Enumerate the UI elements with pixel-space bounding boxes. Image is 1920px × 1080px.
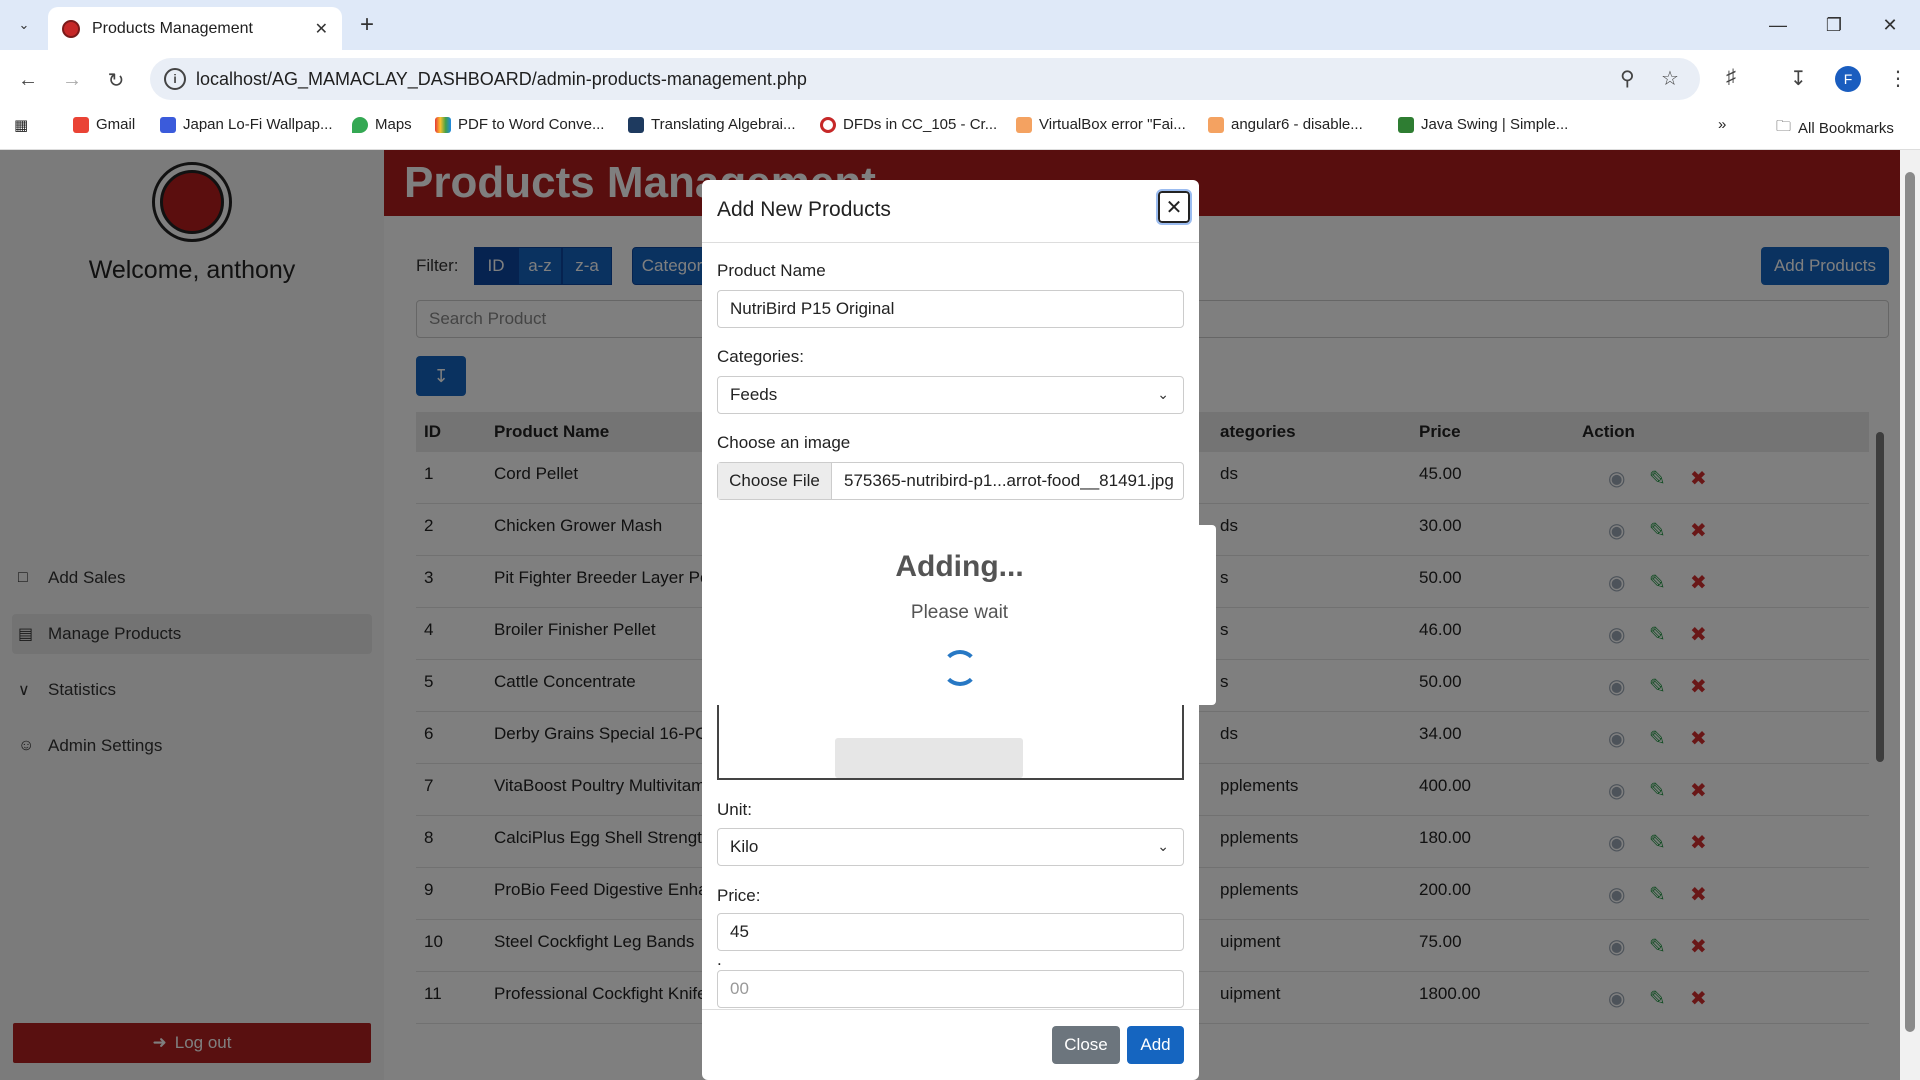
zoom-icon[interactable]: ⚲ bbox=[1620, 66, 1635, 91]
cents-input[interactable]: 00 bbox=[717, 970, 1184, 1008]
bookmark-item[interactable]: PDF to Word Conve... bbox=[435, 116, 604, 133]
new-tab-icon[interactable]: + bbox=[352, 10, 382, 40]
divider bbox=[702, 242, 1199, 243]
apps-grid-icon[interactable]: ▦ bbox=[14, 116, 28, 134]
translate-icon bbox=[628, 116, 644, 133]
minimize-icon[interactable]: — bbox=[1758, 10, 1798, 40]
browser-tab[interactable]: Products Management ✕ bbox=[48, 7, 342, 50]
tab-title: Products Management bbox=[92, 19, 253, 37]
extensions-icon[interactable]: ♯ bbox=[1726, 66, 1736, 89]
divider bbox=[702, 1009, 1199, 1010]
browser-menu-icon[interactable]: ⋮ bbox=[1888, 66, 1908, 91]
chevron-down-icon: ⌄ bbox=[1157, 838, 1169, 854]
tab-list-chevron-icon[interactable]: ⌄ bbox=[10, 12, 38, 38]
modal-close-icon[interactable]: ✕ bbox=[1156, 189, 1192, 225]
loading-title: Adding... bbox=[895, 550, 1024, 583]
product-image bbox=[835, 738, 1023, 778]
cents-label: . bbox=[717, 950, 722, 969]
maps-icon bbox=[352, 116, 368, 133]
unit-label: Unit: bbox=[717, 800, 752, 819]
file-input[interactable]: Choose File 575365-nutribird-p1...arrot-… bbox=[717, 462, 1184, 500]
gmail-icon bbox=[73, 116, 89, 133]
categories-value: Feeds bbox=[730, 385, 778, 404]
price-label: Price: bbox=[717, 886, 761, 905]
bookmark-item[interactable]: Maps bbox=[352, 116, 412, 133]
unit-value: Kilo bbox=[730, 837, 759, 856]
bookmark-item[interactable]: Japan Lo-Fi Wallpap... bbox=[160, 116, 333, 133]
choose-file-button[interactable]: Choose File bbox=[718, 463, 832, 499]
bookmark-item[interactable]: DFDs in CC_105 - Cr... bbox=[820, 116, 997, 133]
pdf-icon bbox=[435, 116, 451, 133]
download-icon[interactable]: ↧ bbox=[1790, 66, 1807, 91]
reload-icon[interactable]: ↻ bbox=[100, 64, 132, 96]
stackoverflow-icon bbox=[1208, 116, 1224, 133]
page-scroll-thumb[interactable] bbox=[1905, 172, 1915, 1032]
chevron-down-icon: ⌄ bbox=[1157, 386, 1169, 402]
bookmark-item[interactable]: Gmail bbox=[73, 116, 135, 133]
url-text[interactable]: localhost/AG_MAMACLAY_DASHBOARD/admin-pr… bbox=[196, 69, 807, 90]
loading-text: Please wait bbox=[910, 602, 1009, 623]
loading-dialog: Adding... Please wait bbox=[703, 525, 1216, 705]
restore-icon[interactable]: ❐ bbox=[1814, 10, 1854, 40]
image-label: Choose an image bbox=[717, 433, 851, 452]
folder-icon: 🗀 bbox=[1776, 118, 1792, 135]
bookmark-star-icon[interactable]: ☆ bbox=[1661, 66, 1679, 91]
unit-select[interactable]: Kilo ⌄ bbox=[717, 828, 1184, 866]
file-name: 575365-nutribird-p1...arrot-food__81491.… bbox=[844, 471, 1174, 490]
modal-title: Add New Products bbox=[717, 198, 891, 221]
back-icon[interactable]: ← bbox=[12, 64, 44, 96]
categories-label: Categories: bbox=[717, 347, 804, 366]
close-button[interactable]: Close bbox=[1052, 1026, 1120, 1064]
bookmark-item[interactable]: Java Swing | Simple... bbox=[1398, 116, 1568, 133]
site-info-icon[interactable]: i bbox=[164, 68, 186, 90]
add-button[interactable]: Add bbox=[1127, 1026, 1184, 1064]
geeks-icon bbox=[1398, 116, 1414, 133]
link-icon bbox=[820, 116, 836, 133]
bookmark-item[interactable]: VirtualBox error "Fai... bbox=[1016, 116, 1186, 133]
tab-favicon-icon bbox=[62, 19, 80, 38]
spinner-icon bbox=[942, 650, 978, 686]
bookmark-item[interactable]: Translating Algebrai... bbox=[628, 116, 796, 133]
tab-close-icon[interactable]: ✕ bbox=[315, 19, 328, 39]
all-bookmarks[interactable]: 🗀 All Bookmarks bbox=[1776, 116, 1894, 141]
profile-avatar[interactable]: F bbox=[1835, 66, 1861, 92]
w-icon bbox=[160, 116, 176, 133]
price-input[interactable]: 45 bbox=[717, 913, 1184, 951]
page-content: Welcome, anthony □Add Sales ▤Manage Prod… bbox=[0, 150, 1920, 1080]
product-name-label: Product Name bbox=[717, 261, 826, 280]
window-close-icon[interactable]: ✕ bbox=[1870, 10, 1910, 40]
bookmark-item[interactable]: angular6 - disable... bbox=[1208, 116, 1363, 133]
more-bookmarks-icon[interactable]: » bbox=[1718, 116, 1726, 133]
stackoverflow-icon bbox=[1016, 116, 1032, 133]
categories-select[interactable]: Feeds ⌄ bbox=[717, 376, 1184, 414]
product-name-input[interactable]: NutriBird P15 Original bbox=[717, 290, 1184, 328]
forward-icon[interactable]: → bbox=[56, 64, 88, 96]
